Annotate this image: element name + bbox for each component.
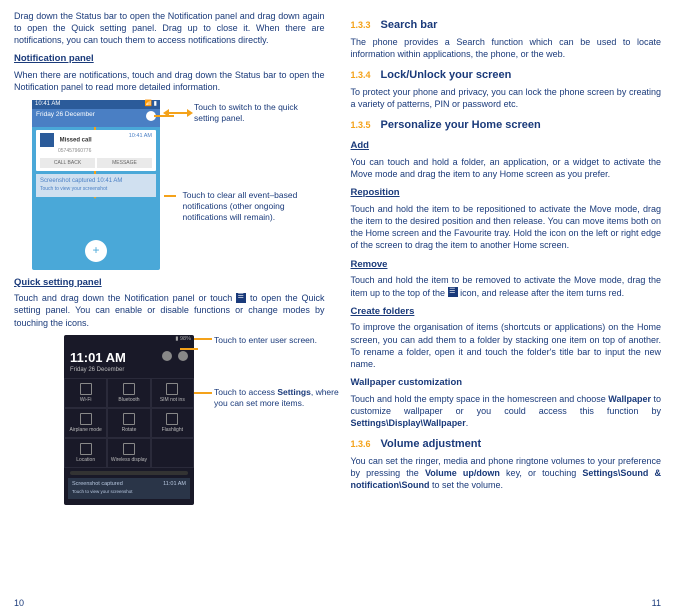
lock-text: To protect your phone and privacy, you c… [351,86,662,110]
screenshot-sub: Touch to view your screenshot [40,186,107,192]
section-number: 1.3.5 [351,120,371,130]
page-number-right: 11 [652,597,661,609]
wifi-icon [80,383,92,395]
status-icons: 📶 ▮ [145,100,157,108]
callout-line-icon [180,348,198,350]
location-icon [80,443,92,455]
gear-icon [236,293,246,303]
settings-annotation: Touch to access Settings, where you can … [214,387,344,409]
wireless-display-toggle[interactable]: Wireless display [107,438,150,468]
remove-heading: Remove [351,259,662,272]
message-button[interactable]: MESSAGE [97,158,152,169]
flashlight-toggle[interactable]: Flashlight [151,408,194,438]
page-number-left: 10 [14,597,24,609]
switch-panel-annotation: Touch to switch to the quick setting pan… [194,102,325,124]
wifi-toggle[interactable]: Wi-Fi [64,378,107,408]
brightness-slider[interactable] [70,471,188,475]
section-number: 1.3.3 [351,20,371,30]
screenshot-notification[interactable]: Screenshot captured 10:41 AM Touch to vi… [36,174,156,196]
rotate-icon [123,413,135,425]
user-screen-annotation: Touch to enter user screen. [214,335,344,346]
contact-icon [40,133,54,147]
screenshot-notification[interactable]: Screenshot captured 11:01 AM Touch to vi… [68,478,190,499]
add-button[interactable]: + [85,240,107,262]
call-back-button[interactable]: CALL BACK [40,158,95,169]
callout-line-icon [164,195,176,197]
quick-setting-heading: Quick setting panel [14,277,325,290]
airplane-icon [80,413,92,425]
status-date: Friday 26 December [36,111,95,118]
remove-text: Touch and hold the item to be removed to… [351,274,662,298]
notification-panel-text: When there are notifications, touch and … [14,69,325,93]
create-folders-heading: Create folders [351,306,662,319]
section-number: 1.3.6 [351,439,371,449]
missed-call-time: 10:41 AM [129,133,152,140]
battery-indicator: ▮ 98% [175,336,191,344]
wallpaper-text: Touch and hold the empty space in the ho… [351,393,662,429]
swipe-arrow-icon [168,112,188,114]
status-time: 10:41 AM [35,100,60,108]
quick-setting-screenshot: ▮ 98% 11:01 AM Friday 26 December Wi-Fi … [64,335,194,505]
section-title-lock: Lock/Unlock your screen [381,69,512,81]
reposition-text: Touch and hold the item to be reposition… [351,203,662,252]
rotate-toggle[interactable]: Rotate [107,408,150,438]
panel-time: 11:01 AM [64,345,132,367]
notification-panel-heading: Notification panel [14,53,325,66]
missed-call-title: Missed call [60,137,92,143]
screenshot-title: Screenshot captured [40,178,95,184]
airplane-toggle[interactable]: Airplane mode [64,408,107,438]
section-title-search: Search bar [381,19,438,31]
user-icon[interactable] [162,351,172,361]
search-bar-text: The phone provides a Search function whi… [351,36,662,60]
screenshot-time: 10:41 AM [97,178,122,184]
wallpaper-heading: Wallpaper customization [351,377,662,390]
clear-notifications-annotation: Touch to clear all event–based notificat… [183,190,323,223]
bluetooth-toggle[interactable]: Bluetooth [107,378,150,408]
quick-setting-text: Touch and drag down the Notification pan… [14,292,325,328]
intro-paragraph: Drag down the Status bar to open the Not… [14,10,325,46]
missed-call-card[interactable]: Missed call 057457960776 10:41 AM CALL B… [36,130,156,172]
create-folders-text: To improve the organisation of items (sh… [351,321,662,370]
reposition-heading: Reposition [351,187,662,200]
missed-call-number: 057457960776 [58,148,91,154]
callout-line-icon [194,392,212,394]
add-heading: Add [351,140,662,153]
settings-gear-icon[interactable] [178,351,188,361]
remove-icon [448,287,458,297]
notification-panel-screenshot: 10:41 AM 📶 ▮ Friday 26 December Missed c… [32,100,160,270]
section-title-personalize: Personalize your Home screen [381,119,541,131]
sim-toggle[interactable]: SIM not ins [151,378,194,408]
panel-date: Friday 26 December [64,366,132,378]
left-page: Drag down the Status bar to open the Not… [14,10,325,609]
cast-icon [123,443,135,455]
right-page: 1.3.3 Search bar The phone provides a Sea… [351,10,662,609]
add-text: You can touch and hold a folder, an appl… [351,156,662,180]
callout-line-icon [194,338,212,340]
bluetooth-icon [123,383,135,395]
section-number: 1.3.4 [351,70,371,80]
section-title-volume: Volume adjustment [381,438,482,450]
volume-text: You can set the ringer, media and phone … [351,455,662,491]
flashlight-icon [166,413,178,425]
sim-icon [166,383,178,395]
location-toggle[interactable]: Location [64,438,107,468]
